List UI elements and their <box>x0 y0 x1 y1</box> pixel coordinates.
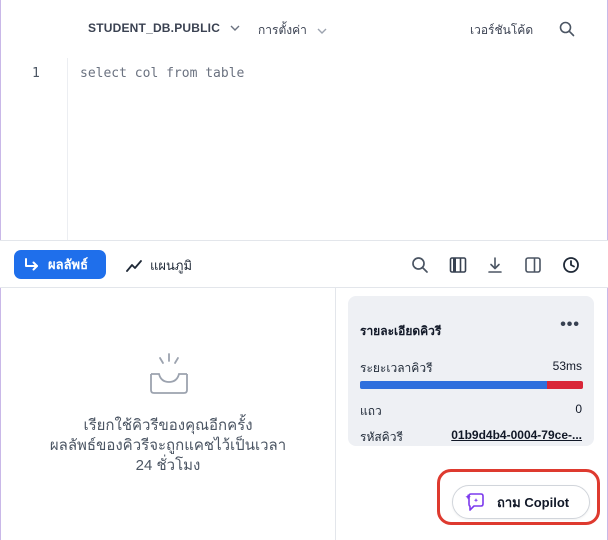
rows-label: แถว <box>360 404 382 418</box>
rows-row: แถว 0 <box>360 402 582 421</box>
settings-label: การตั้งค่า <box>258 23 307 37</box>
database-selector[interactable]: STUDENT_DB.PUBLIC <box>88 21 240 35</box>
duration-bar-segment-compile <box>360 381 548 389</box>
columns-icon[interactable] <box>448 255 468 275</box>
search-icon[interactable] <box>410 255 430 275</box>
duration-label: ระยะเวลาคิวรี <box>360 361 433 375</box>
database-selector-label: STUDENT_DB.PUBLIC <box>88 21 221 35</box>
code-versions-label: เวอร์ชันโค้ด <box>470 23 534 37</box>
rows-value: 0 <box>575 402 582 416</box>
empty-line-2: ผลลัพธ์ของคิวรีจะถูกแคชไว้เป็นเวลา <box>49 437 287 454</box>
copilot-sparkle-icon <box>465 493 484 511</box>
chevron-down-icon <box>230 25 240 31</box>
settings-dropdown[interactable]: การตั้งค่า <box>258 21 327 40</box>
empty-state-message: เรียกใช้คิวรีของคุณอีกครั้ง ผลลัพธ์ของคิ… <box>20 416 316 476</box>
results-area: เรียกใช้คิวรีของคุณอีกครั้ง ผลลัพธ์ของคิ… <box>0 288 608 540</box>
query-details-title: รายละเอียดคิวรี <box>360 324 442 338</box>
duration-bar <box>360 381 583 389</box>
empty-tray-icon <box>150 353 188 394</box>
results-tab-label: ผลลัพธ์ <box>48 257 89 272</box>
chart-tab-label: แผนภูมิ <box>150 258 193 273</box>
results-toolbar: ผลลัพธ์ แผนภูมิ <box>0 240 608 288</box>
line-gutter: 1 <box>0 58 68 240</box>
duration-value: 53ms <box>552 359 582 373</box>
query-id-link[interactable]: 01b9d4b4-0004-79ce-... <box>451 428 582 447</box>
ask-copilot-button[interactable]: ถาม Copilot <box>452 485 590 519</box>
results-tab-button[interactable]: ผลลัพธ์ <box>14 250 106 279</box>
sql-editor[interactable]: 1 select col from table <box>0 58 608 240</box>
duration-bar-segment-exec <box>547 381 583 389</box>
chevron-down-icon <box>317 28 327 34</box>
code-versions-button[interactable]: เวอร์ชันโค้ด <box>470 21 533 40</box>
search-icon[interactable] <box>558 20 576 38</box>
return-arrow-icon <box>25 257 38 270</box>
split-pane-icon[interactable] <box>523 255 543 275</box>
line-number: 1 <box>32 66 40 81</box>
empty-line-3: 24 ชั่วโมง <box>135 457 201 474</box>
duration-row: ระยะเวลาคิวรี 53ms <box>360 359 582 378</box>
editor-toolbar: STUDENT_DB.PUBLIC การตั้งค่า เวอร์ชันโค้… <box>0 0 608 58</box>
code-line[interactable]: select col from table <box>80 66 244 81</box>
download-icon[interactable] <box>485 255 505 275</box>
chart-tab-button[interactable]: แผนภูมิ <box>126 255 192 276</box>
more-options-icon[interactable]: ••• <box>560 316 580 334</box>
query-id-row: รหัสคิวรี 01b9d4b4-0004-79ce-... <box>360 428 582 447</box>
empty-line-1: เรียกใช้คิวรีของคุณอีกครั้ง <box>83 417 253 434</box>
query-id-label: รหัสคิวรี <box>360 430 403 444</box>
query-details-card: รายละเอียดคิวรี ••• ระยะเวลาคิวรี 53ms แ… <box>348 296 594 446</box>
history-clock-icon[interactable] <box>561 255 581 275</box>
results-empty-state: เรียกใช้คิวรีของคุณอีกครั้ง ผลลัพธ์ของคิ… <box>0 288 336 540</box>
ask-copilot-label: ถาม Copilot <box>497 494 570 510</box>
line-chart-icon <box>126 259 142 272</box>
